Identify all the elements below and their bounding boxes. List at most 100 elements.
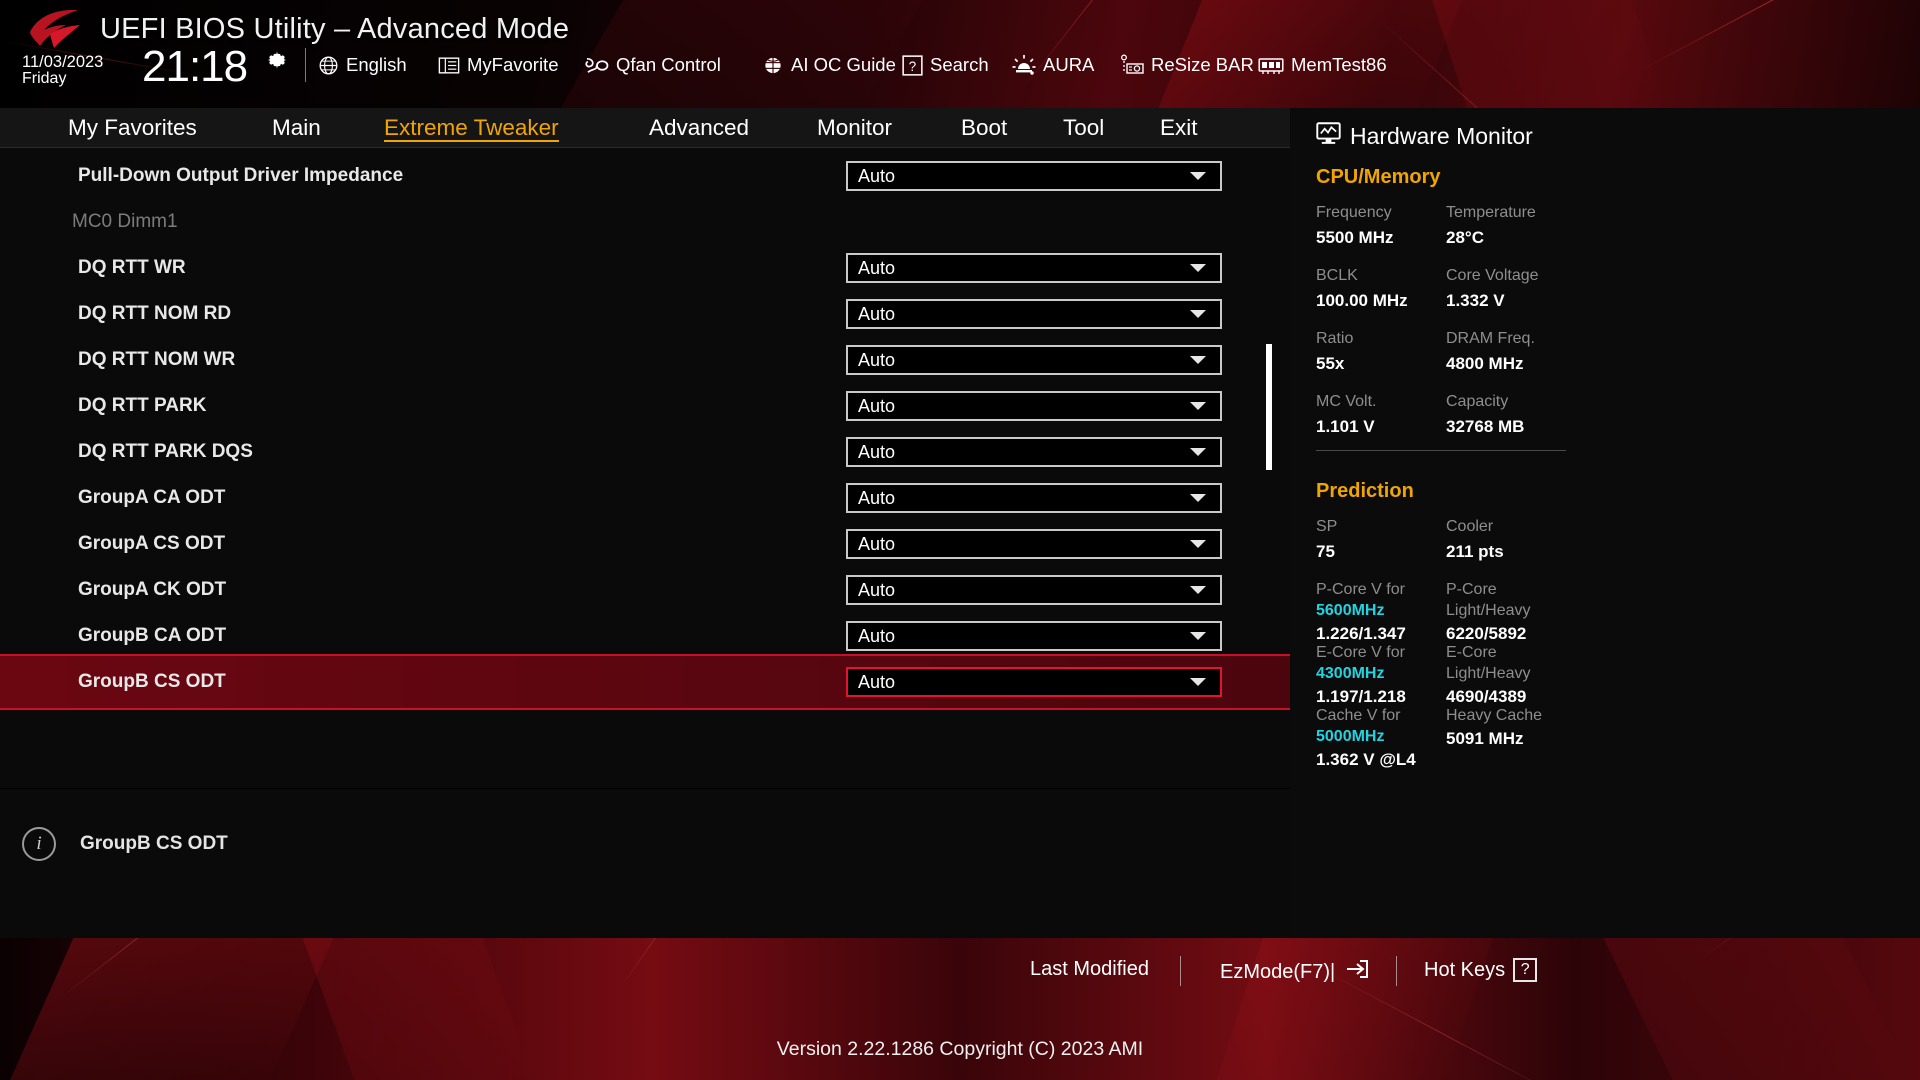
hw-value: 75 [1316, 542, 1335, 561]
setting-label: GroupA CK ODT [78, 579, 227, 600]
dropdown-value: Auto [858, 487, 896, 508]
dropdown-value: Auto [858, 395, 896, 416]
hw-label: Ratio [1316, 330, 1354, 347]
dropdown-value: Auto [858, 349, 896, 370]
monitor-icon [1316, 122, 1341, 150]
hw-label: Cooler [1446, 518, 1494, 535]
tab-extreme-tweaker[interactable]: Extreme Tweaker [380, 108, 563, 148]
toolbar-label: Qfan Control [616, 54, 721, 75]
info-icon: i [22, 827, 56, 861]
footer-divider [1180, 956, 1181, 986]
toolbar-item-qfan-control[interactable]: Qfan Control [584, 50, 721, 80]
setting-dropdown[interactable]: Auto [846, 161, 1222, 191]
toolbar-item-search[interactable]: ? Search [902, 50, 989, 80]
setting-dropdown[interactable]: Auto [846, 253, 1222, 283]
table-row-selected[interactable]: GroupB CS ODT Auto [0, 654, 1290, 710]
footer-bar: Last Modified EzMode(F7)| Hot Keys ? Ver… [0, 938, 1920, 1080]
hw-label: Heavy Cache [1446, 707, 1543, 724]
toolbar-item-memtest86[interactable]: MemTest86 [1258, 50, 1387, 80]
tab-main[interactable]: Main [268, 108, 325, 148]
tab-exit[interactable]: Exit [1156, 108, 1202, 148]
hardware-monitor-panel: Hardware Monitor CPU/Memory Frequency 55… [1290, 108, 1920, 938]
hw-value: 32768 MB [1446, 417, 1525, 436]
version-text: Version 2.22.1286 Copyright (C) 2023 AMI [776, 1038, 1144, 1060]
setting-dropdown[interactable]: Auto [846, 299, 1222, 329]
dropdown-value: Auto [858, 441, 896, 462]
toolbar-label: Search [930, 54, 989, 75]
footer-divider [1396, 956, 1397, 986]
header-divider [305, 48, 306, 82]
toolbar-item-ai-oc-guide[interactable]: AI OC Guide [762, 50, 896, 80]
hw-label: DRAM Freq. [1446, 330, 1535, 347]
hw-value: 211 pts [1446, 542, 1504, 561]
hw-value: 4690/4389 [1446, 687, 1527, 706]
toolbar-item-english[interactable]: English [318, 50, 407, 80]
tab-my-favorites[interactable]: My Favorites [64, 108, 201, 148]
resize-bar-icon [1118, 54, 1144, 76]
setting-dropdown[interactable]: Auto [846, 575, 1222, 605]
hot-keys-button[interactable]: Hot Keys ? [1424, 958, 1538, 982]
setting-label: Pull-Down Output Driver Impedance [78, 165, 404, 186]
setting-dropdown[interactable]: Auto [846, 529, 1222, 559]
setting-dropdown[interactable]: Auto [846, 345, 1222, 375]
hw-section-title-prediction: Prediction [1316, 480, 1414, 502]
hw-accent-value: 5000MHz [1316, 728, 1385, 745]
chevron-down-icon [1190, 356, 1206, 364]
hardware-monitor-title: Hardware Monitor [1350, 122, 1533, 149]
hw-label: Frequency [1316, 204, 1392, 221]
hw-label: P-Core [1446, 581, 1497, 598]
hw-label: Temperature [1446, 204, 1536, 221]
main-tab-bar: My Favorites Main Extreme Tweaker Advanc… [0, 108, 1290, 148]
setting-dropdown[interactable]: Auto [846, 437, 1222, 467]
ez-mode-button[interactable]: EzMode(F7)| [1220, 958, 1369, 986]
header-decoration [1425, 0, 1675, 108]
tab-monitor[interactable]: Monitor [813, 108, 896, 148]
tab-boot[interactable]: Boot [957, 108, 1011, 148]
chevron-down-icon [1190, 632, 1206, 640]
hw-label: P-Core V for [1316, 581, 1405, 598]
fan-icon [584, 55, 609, 76]
hw-value: 55x [1316, 354, 1345, 373]
header-bar: UEFI BIOS Utility – Advanced Mode 11/03/… [0, 0, 1920, 108]
toolbar-label: MyFavorite [467, 54, 559, 75]
chevron-down-icon [1190, 310, 1206, 318]
chevron-down-icon [1190, 172, 1206, 180]
toolbar-item-aura[interactable]: AURA [1012, 50, 1094, 80]
hw-value: 1.332 V [1446, 291, 1505, 310]
setting-dropdown-active[interactable]: Auto [846, 667, 1222, 697]
dropdown-value: Auto [858, 625, 896, 646]
hw-label: E-Core V for [1316, 644, 1405, 661]
content-scrollbar-thumb[interactable] [1266, 344, 1272, 470]
date-display: 11/03/2023 Friday [22, 53, 103, 88]
dropdown-value: Auto [858, 671, 896, 692]
last-modified-label: Last Modified [1030, 958, 1149, 980]
toolbar-item-resize-bar[interactable]: ReSize BAR [1118, 50, 1254, 80]
tab-tool[interactable]: Tool [1059, 108, 1108, 148]
setting-label: GroupB CA ODT [78, 625, 227, 646]
ai-chip-icon [762, 55, 784, 76]
setting-label: GroupA CA ODT [78, 487, 226, 508]
help-text: GroupB CS ODT [80, 833, 228, 854]
setting-label: DQ RTT PARK [78, 395, 207, 416]
hw-value: 1.101 V [1316, 417, 1375, 436]
tab-advanced[interactable]: Advanced [645, 108, 753, 148]
hw-label: BCLK [1316, 267, 1358, 284]
hw-label: Light/Heavy [1446, 602, 1531, 619]
hw-section-title-cpu-memory: CPU/Memory [1316, 166, 1441, 188]
setting-label: DQ RTT NOM WR [78, 349, 236, 370]
setting-label: DQ RTT NOM RD [78, 303, 232, 324]
setting-group-heading: MC0 Dimm1 [72, 211, 178, 232]
setting-label: DQ RTT PARK DQS [78, 441, 253, 462]
setting-dropdown[interactable]: Auto [846, 621, 1222, 651]
hw-value: 6220/5892 [1446, 624, 1527, 643]
last-modified-button[interactable]: Last Modified [1030, 958, 1149, 981]
dropdown-value: Auto [858, 579, 896, 600]
toolbar-item-myfavorite[interactable]: MyFavorite [438, 50, 559, 80]
setting-dropdown[interactable]: Auto [846, 391, 1222, 421]
gear-icon[interactable] [265, 48, 289, 72]
help-info-bar: i GroupB CS ODT [0, 788, 1290, 938]
hw-label: E-Core [1446, 644, 1497, 661]
setting-label: DQ RTT WR [78, 257, 186, 278]
setting-dropdown[interactable]: Auto [846, 483, 1222, 513]
chevron-down-icon [1190, 540, 1206, 548]
